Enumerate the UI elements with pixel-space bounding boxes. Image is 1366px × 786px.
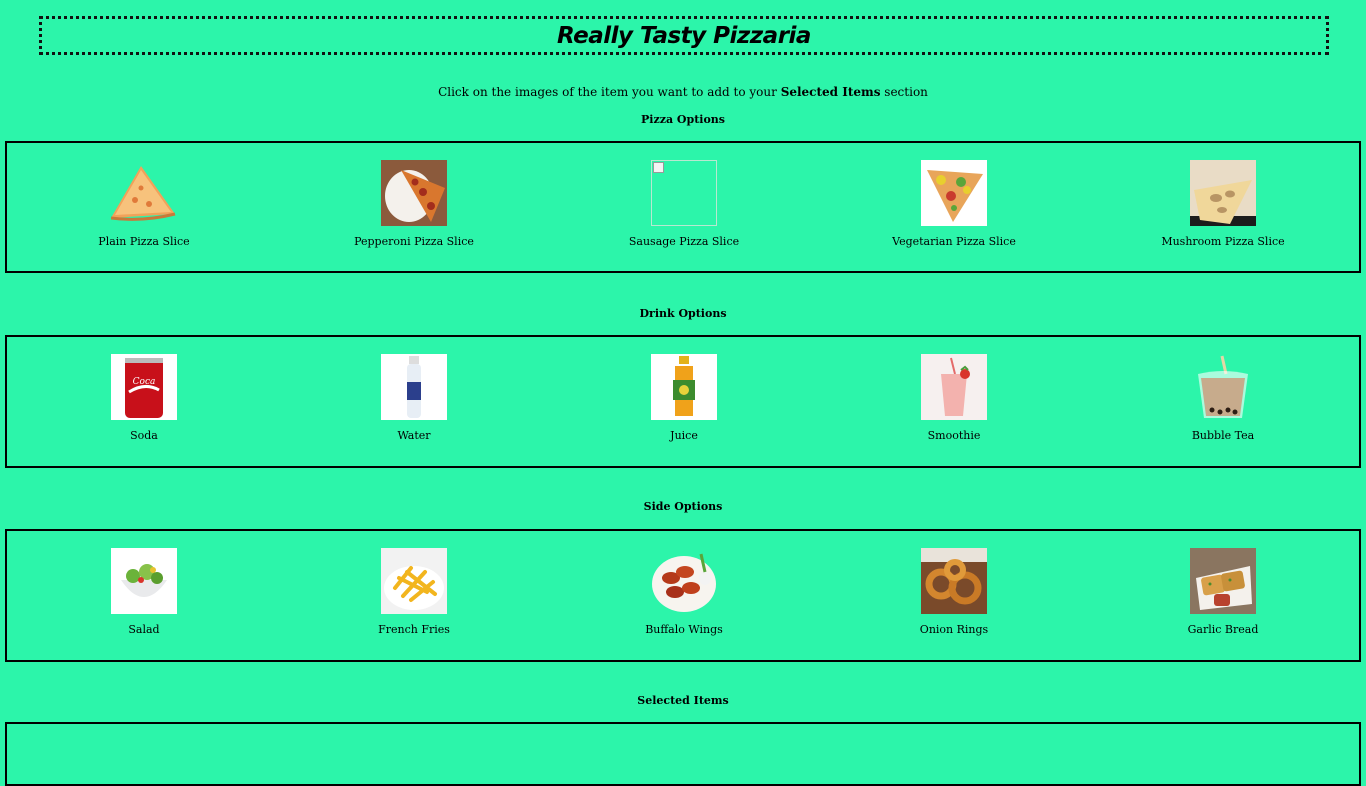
pizza-section-title: Pizza Options (641, 113, 725, 126)
pepperoni-pizza-image[interactable] (381, 160, 447, 226)
garlic-bread-image[interactable] (1190, 548, 1256, 614)
side-item-onion-rings[interactable]: Onion Rings (824, 548, 1084, 636)
item-label: Bubble Tea (1191, 429, 1255, 442)
pizza-options-box: Plain Pizza Slice Pepperoni Pizza Slice … (5, 141, 1361, 273)
side-section-title: Side Options (643, 500, 723, 513)
drink-options-box: Coca Soda Water Juice Smoothie Bubble Te… (5, 335, 1361, 468)
header-banner: Really Tasty Pizzaria (39, 16, 1329, 55)
item-label: Water (397, 429, 431, 442)
svg-text:Coca: Coca (133, 377, 156, 387)
selected-section-title: Selected Items (637, 694, 729, 707)
soda-can-image[interactable]: Coca (111, 354, 177, 420)
item-label: French Fries (378, 623, 450, 636)
pizza-item-plain[interactable]: Plain Pizza Slice (14, 160, 274, 248)
item-label: Soda (130, 429, 158, 442)
side-options-box: Salad French Fries Buffalo Wings Onion R… (5, 529, 1361, 662)
pizza-item-mushroom[interactable]: Mushroom Pizza Slice (1093, 160, 1353, 248)
instructions-emphasis: Selected Items (780, 85, 881, 99)
item-label: Juice (670, 429, 698, 442)
item-label: Sausage Pizza Slice (628, 235, 740, 248)
broken-image-placeholder-icon (653, 162, 664, 173)
pizza-item-vegetarian[interactable]: Vegetarian Pizza Slice (824, 160, 1084, 248)
smoothie-image[interactable] (921, 354, 987, 420)
bubble-tea-image[interactable] (1190, 354, 1256, 420)
side-item-salad[interactable]: Salad (14, 548, 274, 636)
item-label: Smoothie (927, 429, 981, 442)
item-label: Buffalo Wings (645, 623, 723, 636)
buffalo-wings-image[interactable] (651, 548, 717, 614)
side-item-garlic-bread[interactable]: Garlic Bread (1093, 548, 1353, 636)
item-label: Salad (128, 623, 160, 636)
side-item-wings[interactable]: Buffalo Wings (554, 548, 814, 636)
page-title: Really Tasty Pizzaria (557, 22, 811, 49)
item-label: Garlic Bread (1187, 623, 1259, 636)
plain-pizza-image[interactable] (111, 160, 177, 226)
instructions-text: Click on the images of the item you want… (438, 85, 781, 99)
salad-image[interactable] (111, 548, 177, 614)
item-label: Plain Pizza Slice (98, 235, 190, 248)
mushroom-pizza-image[interactable] (1190, 160, 1256, 226)
juice-bottle-image[interactable] (651, 354, 717, 420)
instructions-text-end: section (880, 85, 928, 99)
item-label: Onion Rings (919, 623, 989, 636)
water-bottle-image[interactable] (381, 354, 447, 420)
side-item-fries[interactable]: French Fries (284, 548, 544, 636)
item-label: Mushroom Pizza Slice (1161, 235, 1285, 248)
pizza-item-sausage[interactable]: Sausage Pizza Slice (554, 160, 814, 248)
broken-image-icon[interactable] (651, 160, 717, 226)
drink-item-water[interactable]: Water (284, 354, 544, 442)
item-label: Vegetarian Pizza Slice (892, 235, 1016, 248)
drink-item-smoothie[interactable]: Smoothie (824, 354, 1084, 442)
drink-item-juice[interactable]: Juice (554, 354, 814, 442)
item-label: Pepperoni Pizza Slice (354, 235, 474, 248)
drink-section-title: Drink Options (639, 307, 727, 320)
selected-items-box (5, 722, 1361, 786)
onion-rings-image[interactable] (921, 548, 987, 614)
french-fries-image[interactable] (381, 548, 447, 614)
pizza-item-pepperoni[interactable]: Pepperoni Pizza Slice (284, 160, 544, 248)
vegetarian-pizza-image[interactable] (921, 160, 987, 226)
instructions: Click on the images of the item you want… (0, 85, 1366, 99)
drink-item-soda[interactable]: Coca Soda (14, 354, 274, 442)
drink-item-bubble-tea[interactable]: Bubble Tea (1093, 354, 1353, 442)
